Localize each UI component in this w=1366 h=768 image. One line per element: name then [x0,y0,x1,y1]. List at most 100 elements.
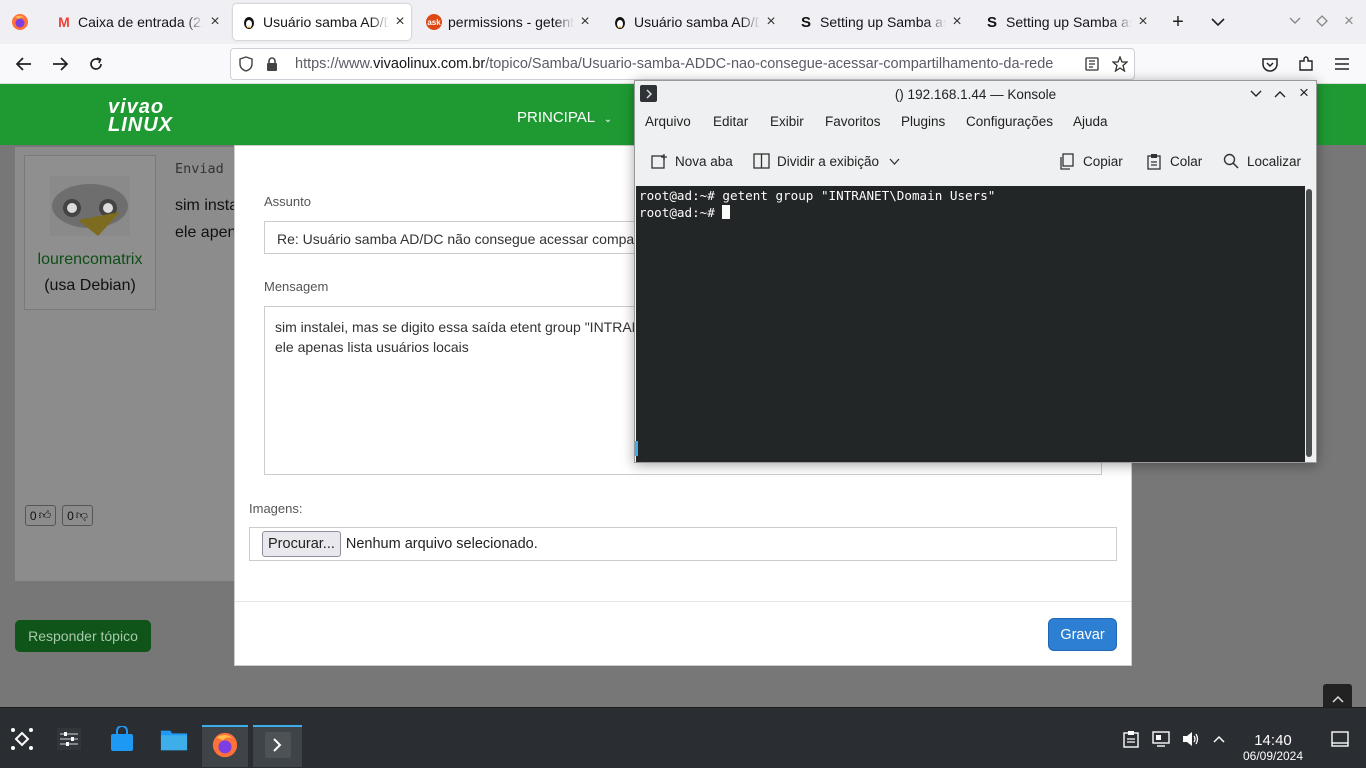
close-icon[interactable]: × [389,13,411,31]
split-view-icon [753,153,770,169]
taskbar [0,707,1366,768]
url-text: https://www.vivaolinux.com.br/topico/Sam… [295,56,1053,72]
tab-samba-wiki-2[interactable]: S Setting up Samba as × [976,4,1154,40]
new-tab-button[interactable]: + [1166,10,1190,34]
like-button[interactable]: 0 👍︎ [25,505,56,526]
penguin-icon [241,14,257,30]
forward-button[interactable] [48,52,72,76]
konsole-taskbar-button[interactable] [264,731,292,759]
paste-button[interactable]: Colar [1146,146,1202,176]
close-icon[interactable]: × [574,13,596,31]
url-bar[interactable]: https://www.vivaolinux.com.br/topico/Sam… [230,48,1135,80]
bookmark-star-button[interactable] [1108,52,1132,76]
clock-time: 14:40 [1254,732,1292,749]
back-button[interactable] [12,52,36,76]
username-link[interactable]: lourencomatrix [25,251,155,269]
puzzle-icon [1299,56,1313,71]
menu-exibir[interactable]: Exibir [770,114,804,129]
menu-editar[interactable]: Editar [713,114,748,129]
browse-button[interactable]: Procurar... [262,531,341,557]
url-domain: vivaolinux.com.br [373,56,486,72]
chevron-up-icon [1213,735,1225,743]
tab-askubuntu[interactable]: ask permissions - getent × [418,4,596,40]
reload-button[interactable] [84,52,108,76]
star-icon [1112,56,1128,72]
pocket-button[interactable] [1258,52,1282,76]
tab-label: Usuário samba AD/DC [263,14,389,30]
konsole-close-button[interactable]: × [1296,83,1312,102]
clipboard-tray-button[interactable] [1118,725,1144,753]
pocket-icon [1262,57,1278,72]
firefox-icon [212,732,238,758]
image-file-input[interactable]: Procurar... Nenhum arquivo selecionado. [249,527,1117,561]
close-icon[interactable]: × [760,13,782,31]
firefox-icon [12,14,28,30]
url-path: /topico/Samba/Usuario-samba-ADDC-nao-con… [485,56,1054,72]
post-header-text: Enviad [175,161,224,177]
konsole-minimize-button[interactable] [1248,86,1264,102]
app-menu-button[interactable] [1330,52,1354,76]
tab-gmail[interactable]: M Caixa de entrada (21 × [48,4,226,40]
system-settings-button[interactable] [55,725,83,753]
speaker-icon [1183,732,1199,746]
menu-principal[interactable]: PRINCIPAL ⌄ [517,109,612,126]
reader-mode-button[interactable] [1080,52,1104,76]
settings-sliders-icon [57,728,81,750]
tab-samba-wiki-1[interactable]: S Setting up Samba as × [790,4,968,40]
close-icon[interactable]: × [204,13,226,31]
menu-ajuda[interactable]: Ajuda [1073,114,1108,129]
copy-button[interactable]: Copiar [1059,146,1123,176]
extensions-button[interactable] [1294,52,1318,76]
split-view-button[interactable]: Dividir a exibição [753,146,900,176]
clipboard-icon [1123,731,1139,748]
samba-s-icon: S [800,13,811,31]
copy-icon [1060,152,1074,170]
konsole-maximize-button[interactable] [1272,86,1288,102]
diamond-icon [1316,15,1328,27]
find-label: Localizar [1247,153,1302,169]
window-close-button[interactable]: × [1340,11,1358,30]
menu-configuracoes[interactable]: Configurações [966,114,1053,129]
tab-label: Setting up Samba as [820,14,946,30]
thumbs-down-icon: 👎︎ [75,508,88,522]
like-count: 0 [29,508,37,523]
lock-icon[interactable] [259,56,285,72]
show-hidden-tray-button[interactable] [1206,725,1232,753]
list-all-tabs-button[interactable] [1206,10,1230,34]
find-button[interactable]: Localizar [1223,146,1301,176]
volume-tray-button[interactable] [1178,725,1204,753]
dislike-button[interactable]: 0 👎︎ [62,505,93,526]
new-tab-icon [651,154,667,169]
terminal-area[interactable]: root@ad:~# getent group "INTRANET\Domain… [636,186,1305,462]
firefox-taskbar-button[interactable] [211,731,239,759]
subject-label: Assunto [264,194,311,209]
reply-topic-button[interactable]: Responder tópico [15,620,151,652]
new-tab-button[interactable]: Nova aba [651,146,733,176]
show-desktop-button[interactable] [1327,725,1353,753]
tab-vivaolinux-2[interactable]: Usuário samba AD/DC × [604,4,782,40]
menu-arquivo[interactable]: Arquivo [645,114,691,129]
vivaolinux-logo[interactable]: vivao LINUX [108,97,200,138]
avatar[interactable] [50,176,130,236]
paste-label: Colar [1170,153,1203,169]
network-tray-button[interactable] [1148,725,1174,753]
file-manager-button[interactable] [160,725,188,753]
close-icon[interactable]: × [1132,13,1154,31]
clock-date: 06/09/2024 [1242,749,1304,763]
terminal-scrollbar[interactable] [1306,189,1312,457]
digital-clock[interactable]: 14:40 06/09/2024 [1234,733,1312,764]
window-maximize-button[interactable] [1313,12,1331,30]
navigation-toolbar: https://www.vivaolinux.com.br/topico/Sam… [0,44,1366,84]
shield-icon[interactable] [233,56,259,72]
menu-favoritos[interactable]: Favoritos [825,114,881,129]
tab-vivaolinux-active[interactable]: Usuário samba AD/DC × [233,4,411,40]
chevron-down-icon [1289,17,1301,24]
firefox-view-button[interactable] [8,10,32,34]
discover-store-button[interactable] [108,725,136,753]
menu-plugins[interactable]: Plugins [901,114,945,129]
application-launcher-button[interactable] [8,725,36,753]
save-button[interactable]: Gravar [1048,618,1117,651]
dislike-count: 0 [67,508,74,523]
window-minimize-button[interactable] [1286,12,1304,30]
close-icon[interactable]: × [946,13,968,31]
